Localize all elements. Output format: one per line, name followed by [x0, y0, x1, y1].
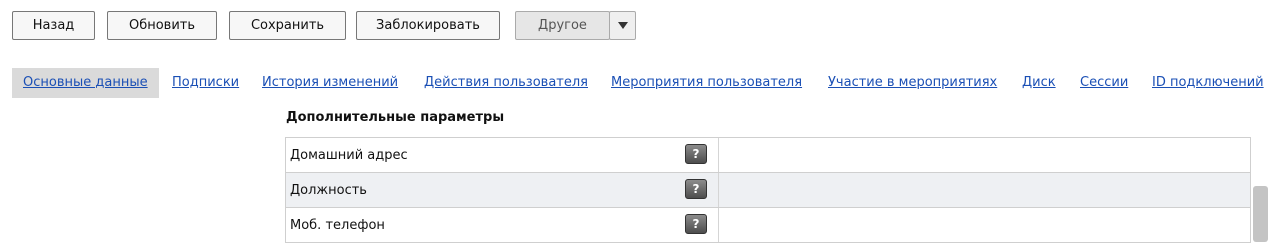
- additional-params-form: Домашний адрес ? Должность ? Моб. телефо…: [285, 137, 1251, 243]
- tab-change-history[interactable]: История изменений: [262, 68, 398, 98]
- field-label: Должность: [290, 183, 367, 198]
- help-icon[interactable]: ?: [685, 179, 707, 199]
- save-button[interactable]: Сохранить: [229, 11, 346, 40]
- refresh-button[interactable]: Обновить: [107, 11, 217, 40]
- tab-user-events[interactable]: Мероприятия пользователя: [611, 68, 802, 98]
- home-address-field[interactable]: [719, 138, 1250, 172]
- position-field[interactable]: [719, 173, 1250, 207]
- tab-subscriptions[interactable]: Подписки: [172, 68, 239, 98]
- mobile-phone-field[interactable]: [719, 208, 1250, 242]
- form-row-position: Должность ?: [286, 173, 1251, 208]
- help-icon[interactable]: ?: [685, 214, 707, 234]
- block-button[interactable]: Заблокировать: [356, 11, 500, 40]
- tab-disk[interactable]: Диск: [1022, 68, 1056, 98]
- back-button[interactable]: Назад: [12, 11, 95, 40]
- form-row-mobile-phone: Моб. телефон ?: [286, 208, 1251, 243]
- scrollbar-thumb[interactable]: [1253, 186, 1268, 242]
- field-label: Домашний адрес: [290, 148, 408, 163]
- section-title: Дополнительные параметры: [286, 110, 505, 125]
- other-dropdown-button[interactable]: [609, 11, 636, 40]
- field-label: Моб. телефон: [290, 218, 385, 233]
- tab-sessions[interactable]: Сессии: [1080, 68, 1128, 98]
- chevron-down-icon: [617, 22, 628, 29]
- form-row-home-address: Домашний адрес ?: [286, 138, 1251, 173]
- tab-user-actions[interactable]: Действия пользователя: [424, 68, 588, 98]
- tab-main-data[interactable]: Основные данные: [12, 68, 159, 98]
- tab-event-participation[interactable]: Участие в мероприятиях: [828, 68, 997, 98]
- help-icon[interactable]: ?: [685, 144, 707, 164]
- tab-connection-ids[interactable]: ID подключений: [1152, 68, 1264, 98]
- other-button[interactable]: Другое: [515, 11, 610, 40]
